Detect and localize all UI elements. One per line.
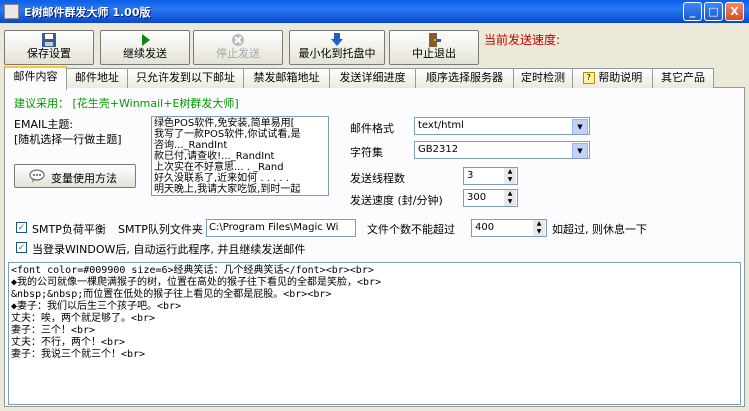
exit-door-icon — [429, 33, 441, 47]
continue-send-label: 继续发送 — [123, 47, 167, 60]
charset-label: 字符集 — [350, 146, 383, 159]
tab-mail-content[interactable]: 邮件内容 — [4, 66, 67, 90]
mail-format-label: 邮件格式 — [350, 122, 394, 135]
file-count-value: 400 — [475, 222, 495, 233]
content-line: 丈夫：唉，两个就足够了。<br> — [11, 313, 156, 324]
thread-count-spinner[interactable]: 3 ▲ ▼ — [463, 167, 518, 185]
tab-block-address[interactable]: 禁发邮箱地址 — [243, 68, 330, 88]
thread-count-value: 3 — [467, 170, 474, 181]
mail-content-editor[interactable]: <font color=#009900 size=6>经典笑话：几个经典笑话</… — [8, 262, 741, 405]
play-icon — [142, 34, 150, 46]
subject-line: 上次实在不好意思... . _Rand — [154, 162, 284, 173]
help-icon: ? — [582, 72, 595, 84]
smtp-balance-checkbox[interactable]: ✓ — [16, 222, 27, 233]
minimize-to-tray-button[interactable]: 最小化到托盘中 — [289, 30, 385, 65]
send-rate-label: 发送速度 (封/分钟) — [350, 194, 443, 207]
subject-textarea[interactable]: 绿色POS软件,免安装,简单易用[ 我写了一款POS软件,你试试看,是 咨询..… — [151, 116, 329, 196]
charset-value: GB2312 — [418, 144, 459, 155]
stop-send-label: 停止发送 — [216, 47, 260, 60]
autostart-checkbox[interactable]: ✓ — [16, 242, 27, 253]
maximize-button[interactable]: □ — [704, 2, 723, 21]
smtp-queue-input[interactable]: C:\Program Files\Magic Wi — [206, 219, 356, 237]
tab-allow-address[interactable]: 只允许发到以下邮址 — [127, 68, 244, 88]
mail-format-value: text/html — [418, 120, 464, 131]
spin-up-icon[interactable]: ▲ — [533, 220, 545, 228]
smtp-queue-label: SMTP队列文件夹 — [118, 223, 203, 236]
save-icon — [42, 33, 56, 47]
subject-line: 绿色POS软件,免安装,简单易用[ — [154, 118, 295, 129]
autostart-label: 当登录WINDOW后, 自动运行此程序, 并且继续发送邮件 — [32, 243, 306, 256]
subject-line: 我写了一款POS软件,你试试看,是 — [154, 129, 301, 140]
speech-bubble-icon — [29, 169, 45, 183]
variable-usage-button[interactable]: 变量使用方法 — [14, 164, 136, 188]
recommend-text: 建议采用： [花生壳+Winmail+E树群发大师] — [14, 97, 239, 110]
subject-line: 明天晚上,我请大家吃饭,到时一起 — [154, 184, 301, 195]
spin-up-icon[interactable]: ▲ — [504, 190, 516, 198]
spin-down-icon[interactable]: ▼ — [504, 176, 516, 184]
tab-help-label: 帮助说明 — [598, 71, 643, 84]
send-rate-spinner[interactable]: 300 ▲ ▼ — [463, 189, 518, 207]
chevron-down-icon[interactable]: ▼ — [572, 119, 588, 134]
tab-other-products[interactable]: 其它产品 — [652, 68, 714, 88]
file-count-spinner[interactable]: 400 ▲ ▼ — [471, 219, 547, 237]
down-arrow-icon — [331, 33, 343, 46]
tab-help[interactable]: ? 帮助说明 — [572, 68, 653, 88]
minimize-to-tray-label: 最小化到托盘中 — [298, 47, 376, 60]
spin-up-icon[interactable]: ▲ — [504, 168, 516, 176]
stop-send-button[interactable]: 停止发送 — [193, 30, 283, 65]
mail-format-select[interactable]: text/html ▼ — [414, 117, 590, 135]
stop-icon — [232, 34, 244, 46]
save-settings-button[interactable]: 保存设置 — [4, 30, 94, 65]
tab-timed-check[interactable]: 定时检测 — [513, 68, 573, 88]
abort-exit-label: 中止退出 — [412, 47, 456, 60]
save-settings-label: 保存设置 — [27, 47, 71, 60]
charset-select[interactable]: GB2312 ▼ — [414, 141, 590, 159]
abort-exit-button[interactable]: 中止退出 — [389, 30, 479, 65]
content-line: 妻子：我说三个就三个！<br> — [11, 349, 146, 360]
minimize-button[interactable]: _ — [683, 2, 702, 21]
content-line: ◆我的公司就像一棵爬满猴子的树，位置在高处的猴子往下看见的全都是笑脸，<br> — [11, 277, 382, 288]
rest-hint-label: 如超过, 则休息一下 — [552, 223, 647, 236]
tab-server-order[interactable]: 顺序选择服务器 — [415, 68, 514, 88]
subject-line: 咨询..._RandInt — [154, 140, 228, 151]
subject-line: 款已付,请查收!..._RandInt — [154, 151, 275, 162]
subject-hint: [随机选择一行做主题] — [14, 133, 122, 146]
subject-label: EMAIL主题: — [14, 118, 74, 131]
content-line: &nbsp;&nbsp;而位置在低处的猴子往上看见的全都是屁股。<br><br> — [11, 289, 332, 300]
variable-usage-label: 变量使用方法 — [51, 172, 117, 185]
app-icon — [4, 4, 19, 19]
close-button[interactable]: X — [725, 2, 744, 21]
tab-mail-address[interactable]: 邮件地址 — [66, 68, 128, 88]
chevron-down-icon[interactable]: ▼ — [572, 143, 588, 158]
window-title: E树邮件群发大师 1.00版 — [24, 6, 151, 19]
content-line: <font color=#009900 size=6>经典笑话：几个经典笑话</… — [11, 265, 374, 276]
subject-line: 好久没联系了,近来如何 . . . . . — [154, 173, 289, 184]
spin-down-icon[interactable]: ▼ — [533, 228, 545, 236]
continue-send-button[interactable]: 继续发送 — [100, 30, 190, 65]
tab-send-progress[interactable]: 发送详细进度 — [329, 68, 416, 88]
send-rate-value: 300 — [467, 192, 487, 203]
spin-down-icon[interactable]: ▼ — [504, 198, 516, 206]
smtp-balance-label: SMTP负荷平衡 — [32, 223, 106, 236]
content-line: 丈夫：不行，两个！<br> — [11, 337, 126, 348]
thread-count-label: 发送线程数 — [350, 172, 405, 185]
current-speed-label: 当前发送速度: — [484, 33, 561, 47]
content-line: 妻子：三个！<br> — [11, 325, 96, 336]
file-count-label: 文件个数不能超过 — [367, 223, 455, 236]
content-line: ◆妻子：我们以后生三个孩子吧。<br> — [11, 301, 182, 312]
